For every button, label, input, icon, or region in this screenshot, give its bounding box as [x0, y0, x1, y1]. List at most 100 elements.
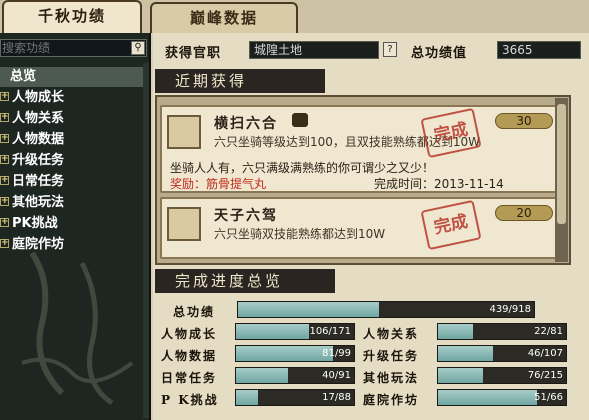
nav-item[interactable]: + 人物成长	[0, 87, 149, 108]
progress-bar: 40/91	[235, 367, 355, 384]
chest-icon	[292, 113, 308, 127]
nav-item[interactable]: + PK挑战	[0, 213, 149, 234]
info-row: 获得官职 城隍土地 ? 总功绩值 3665	[153, 39, 589, 61]
list-item[interactable]: 天子六驾 六只坐骑双技能熟练都达到10W 完成 20	[160, 197, 563, 259]
expand-icon[interactable]: +	[0, 197, 9, 206]
tab-bar: 千秋功绩 巅峰数据	[0, 0, 589, 33]
progress-bar-fill	[438, 324, 473, 339]
progress-bar: 46/107	[437, 345, 567, 362]
expand-icon[interactable]: +	[0, 239, 9, 248]
progress-label: 日常任务	[161, 371, 218, 385]
achievement-name: 天子六驾	[214, 208, 278, 224]
progress-label: 庭院作坊	[363, 393, 420, 407]
achievement-icon	[167, 207, 201, 241]
total-label: 总功绩值	[411, 46, 468, 61]
achievement-score: 30	[495, 113, 553, 129]
scrollbar-thumb[interactable]	[557, 104, 566, 224]
nav-overview[interactable]: 总览	[0, 67, 149, 87]
progress-bar-fill	[438, 390, 537, 405]
achievement-reward: 奖励：筋骨提气丸	[170, 177, 267, 191]
completed-stamp: 完成	[420, 107, 482, 159]
expand-icon[interactable]: +	[0, 176, 9, 185]
expand-icon[interactable]: +	[0, 218, 9, 227]
nav-item-label: 其他玩法	[12, 195, 65, 210]
progress-value: 46/107	[527, 348, 563, 359]
nav-item[interactable]: + 其他玩法	[0, 192, 149, 213]
progress-label: 人物数据	[161, 349, 218, 363]
expand-icon[interactable]: +	[0, 155, 9, 164]
total-field: 3665	[497, 41, 581, 59]
recent-list: 横扫六合 六只坐骑等级达到100，且双技能熟练都达到10W 完成 30 坐骑人人…	[155, 95, 571, 265]
progress-bar: 76/215	[437, 367, 567, 384]
progress-row: 人物成长 106/171	[153, 323, 361, 341]
progress-label: 升级任务	[363, 349, 420, 363]
progress-label: 人物关系	[363, 327, 420, 341]
nav-item-label: 日常任务	[12, 174, 65, 189]
progress-bar: 106/171	[235, 323, 355, 340]
list-item[interactable]: 横扫六合 六只坐骑等级达到100，且双技能熟练都达到10W 完成 30 坐骑人人…	[160, 105, 563, 193]
search-icon[interactable]: ⚲	[131, 41, 145, 55]
achievement-desc: 六只坐骑双技能熟练都达到10W	[214, 227, 386, 241]
progress-label: 其他玩法	[363, 371, 420, 385]
progress-bar: 439/918	[237, 301, 535, 318]
nav-item-label: PK挑战	[12, 216, 58, 231]
progress-bar: 51/66	[437, 389, 567, 406]
completed-stamp: 完成	[420, 199, 482, 251]
category-nav: 总览 + 人物成长 + 人物关系 + 人物数据 + 升级任务 + 日常任务 + 其他玩法 +…	[0, 67, 149, 255]
progress-value: 51/66	[534, 392, 563, 403]
nav-item[interactable]: + 日常任务	[0, 171, 149, 192]
progress-value: 40/91	[322, 370, 351, 381]
list-scrollbar[interactable]	[555, 98, 568, 262]
progress-bar: 81/99	[235, 345, 355, 362]
calligraphy-art-icon	[21, 251, 134, 406]
progress-bar-fill	[236, 324, 310, 339]
progress-value: 22/81	[534, 326, 563, 337]
achievement-score: 20	[495, 205, 553, 221]
expand-icon[interactable]: +	[0, 113, 9, 122]
main-panel: 获得官职 城隍土地 ? 总功绩值 3665 近期获得 横扫六合 六只坐骑等级达到…	[153, 33, 589, 420]
progress-label: 人物成长	[161, 327, 218, 341]
achievement-icon	[167, 115, 201, 149]
progress-bar-fill	[438, 346, 494, 361]
search-box: ⚲	[0, 39, 147, 57]
achievement-time: 完成时间：2013-11-14	[374, 177, 504, 191]
progress-bar-fill	[236, 346, 333, 361]
title-field: 城隍土地	[249, 41, 379, 59]
expand-icon[interactable]: +	[0, 134, 9, 143]
sidebar-scrollbar[interactable]	[143, 63, 149, 418]
progress-row-total: 总功绩 439/918	[153, 301, 589, 319]
progress-row: 升级任务 46/107	[361, 345, 569, 363]
nav-item-label: 人物关系	[12, 111, 65, 126]
sidebar: ⚲ 总览 +人物成长 +人物关系 +人物数据 +升级任务 +日常任务 +其他玩法…	[0, 33, 151, 420]
progress-bar-fill	[438, 368, 483, 383]
progress-label: 总功绩	[173, 305, 216, 319]
help-icon[interactable]: ?	[383, 42, 397, 57]
nav-item[interactable]: + 升级任务	[0, 150, 149, 171]
progress-value: 76/215	[527, 370, 563, 381]
progress-row: 庭院作坊 51/66	[361, 389, 569, 407]
nav-item[interactable]: + 人物数据	[0, 129, 149, 150]
progress-value: 17/88	[322, 392, 351, 403]
progress-bar-fill	[236, 390, 259, 405]
search-input[interactable]	[1, 40, 129, 56]
progress-title: 完成进度总览	[155, 269, 335, 293]
progress-row: P K挑战 17/88	[153, 389, 361, 407]
progress-label: P K挑战	[161, 393, 219, 407]
progress-value: 106/171	[309, 326, 351, 337]
progress-bar: 17/88	[235, 389, 355, 406]
achievement-flavor: 坐骑人人有，六只满级满熟练的你可谓少之又少！	[170, 161, 435, 175]
nav-item[interactable]: + 人物关系	[0, 108, 149, 129]
tab-peak-data[interactable]: 巅峰数据	[150, 2, 298, 33]
recent-title: 近期获得	[155, 69, 325, 93]
progress-row: 日常任务 40/91	[153, 367, 361, 385]
progress-row: 人物关系 22/81	[361, 323, 569, 341]
achievement-name: 横扫六合	[214, 116, 278, 132]
nav-item-label: 升级任务	[12, 153, 65, 168]
progress-bar-fill	[238, 302, 380, 317]
progress-bar: 22/81	[437, 323, 567, 340]
title-label: 获得官职	[165, 46, 222, 61]
tab-achievements[interactable]: 千秋功绩	[2, 0, 142, 33]
expand-icon[interactable]: +	[0, 92, 9, 101]
nav-item-label: 人物数据	[12, 132, 65, 147]
progress-value: 81/99	[322, 348, 351, 359]
